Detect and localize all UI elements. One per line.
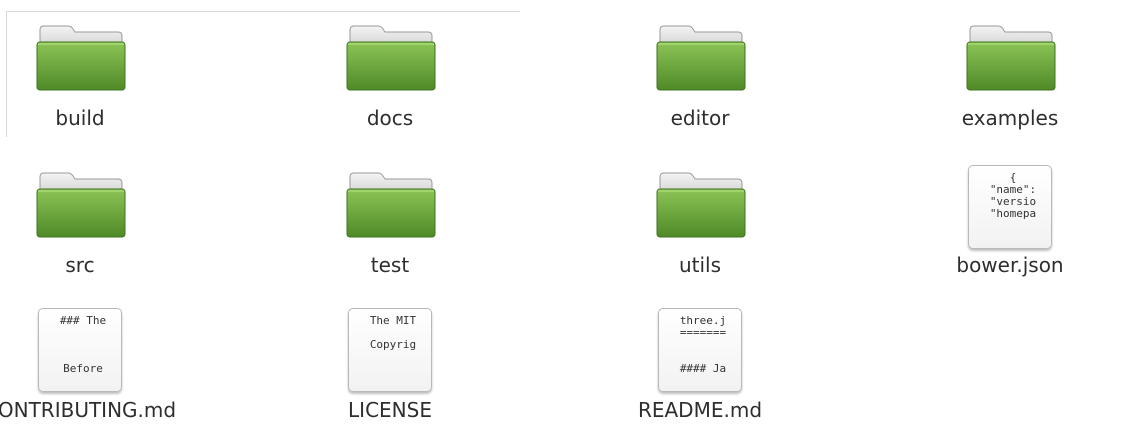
file-name-label: examples bbox=[961, 106, 1059, 130]
document-preview-text: three.j ======= #### Ja bbox=[679, 314, 727, 375]
document-preview: ### The Before bbox=[38, 308, 122, 392]
document-thumbnail-icon: { "name": "versio "homepa bbox=[950, 165, 1070, 249]
folder-item[interactable]: utils bbox=[600, 165, 800, 277]
folder-icon bbox=[652, 165, 748, 245]
file-name-label: build bbox=[55, 106, 105, 130]
folder-item[interactable]: build bbox=[0, 18, 180, 130]
folder-icon bbox=[342, 18, 438, 98]
document-preview: { "name": "versio "homepa bbox=[968, 165, 1052, 249]
folder-item[interactable]: test bbox=[290, 165, 490, 277]
folder-item[interactable]: docs bbox=[290, 18, 490, 130]
file-name-label: bower.json bbox=[956, 253, 1064, 277]
document-preview-text: The MIT Copyrig bbox=[369, 314, 417, 351]
folder-item[interactable]: src bbox=[0, 165, 180, 277]
folder-icon bbox=[962, 18, 1058, 98]
folder-icon bbox=[32, 18, 128, 98]
file-name-label: docs bbox=[366, 106, 414, 130]
document-preview-text: ### The Before bbox=[59, 314, 107, 375]
document-preview: The MIT Copyrig bbox=[348, 308, 432, 392]
file-name-label: utils bbox=[678, 253, 722, 277]
file-item[interactable]: The MIT Copyrig LICENSE bbox=[290, 308, 490, 422]
file-item[interactable]: { "name": "versio "homepa bower.json bbox=[910, 165, 1110, 277]
document-thumbnail-icon: The MIT Copyrig bbox=[330, 308, 450, 392]
folder-icon bbox=[342, 165, 438, 245]
folder-icon bbox=[652, 18, 748, 98]
file-name-label: test bbox=[370, 253, 410, 277]
document-preview-text: { "name": "versio "homepa bbox=[989, 171, 1037, 220]
folder-item[interactable]: examples bbox=[910, 18, 1110, 130]
file-name-label: CONTRIBUTING.md bbox=[0, 398, 177, 422]
file-item[interactable]: ### The Before CONTRIBUTING.md bbox=[0, 308, 180, 422]
folder-item[interactable]: editor bbox=[600, 18, 800, 130]
document-thumbnail-icon: three.j ======= #### Ja bbox=[640, 308, 760, 392]
folder-icon bbox=[32, 165, 128, 245]
document-thumbnail-icon: ### The Before bbox=[20, 308, 140, 392]
file-name-label: editor bbox=[670, 106, 730, 130]
file-item[interactable]: three.j ======= #### Ja README.md bbox=[600, 308, 800, 422]
document-preview: three.j ======= #### Ja bbox=[658, 308, 742, 392]
file-manager-icon-view: build docs editor examples src test util… bbox=[0, 0, 1127, 430]
file-name-label: src bbox=[65, 253, 95, 277]
selection-edge bbox=[6, 11, 520, 12]
file-name-label: LICENSE bbox=[348, 398, 432, 422]
file-name-label: README.md bbox=[637, 398, 763, 422]
